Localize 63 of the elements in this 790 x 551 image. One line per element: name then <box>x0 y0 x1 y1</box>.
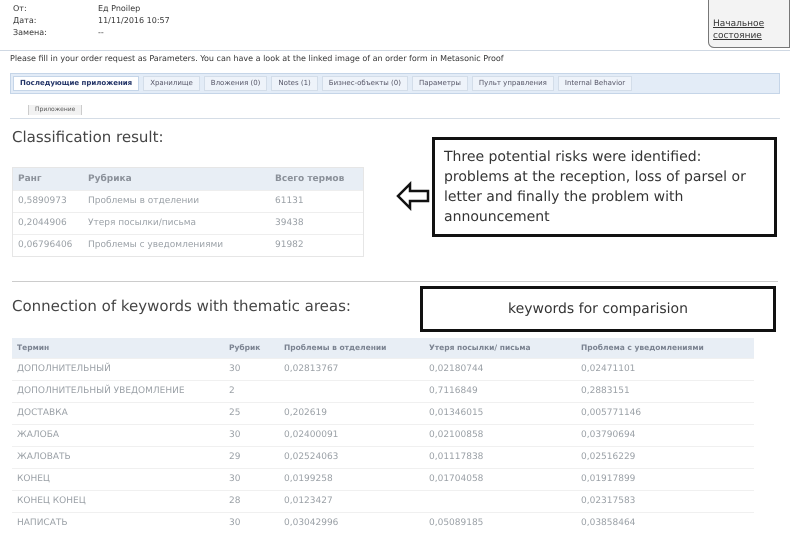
table-cell-text: 0,005771146 <box>580 407 642 420</box>
annotation-box: keywords for comparision <box>420 286 776 332</box>
instruction-text: Please fill in your order request as Parameters. You can have a look at the linked image of an order form in Metasonic Proof <box>9 53 505 65</box>
table-cell-text: 0,7116849 <box>428 385 479 398</box>
table-cell-text: Проблемы с уведомлениями <box>87 239 224 252</box>
table-cell-text: ЖАЛОВАТЬ <box>16 451 72 464</box>
table-cell-text: 2 <box>228 385 236 398</box>
table-cell-text: 0,5890973 <box>17 195 68 208</box>
table-cell-text: ЖАЛОБА <box>16 429 60 442</box>
table-cell-text: 30 <box>228 517 242 530</box>
field-value: -- <box>98 28 104 38</box>
table-cell-text: ДОПОЛНИТЕЛЬНЫЙ УВЕДОМЛЕНИЕ <box>16 384 186 398</box>
table-cell-text: 0,02317583 <box>580 495 636 508</box>
table-cell-text: Утеря посылки/письма <box>87 217 198 230</box>
table-cell-text: 30 <box>228 429 242 442</box>
table-cell-text: 0,03790694 <box>580 429 636 442</box>
table-cell-text: 0,202619 <box>283 407 328 420</box>
table-cell-text: 91982 <box>274 239 305 252</box>
table-cell-text: 29 <box>228 451 242 464</box>
table-cell-text: 0,0123427 <box>283 495 334 508</box>
section-title: Connection of keywords with thematic areas: <box>12 296 352 317</box>
table-cell-text: 0,02100858 <box>428 429 484 442</box>
table-cell-text: КОНЕЦ <box>16 473 51 486</box>
table-cell-text: 0,02516229 <box>580 451 636 464</box>
table-cell-text: 0,03858464 <box>580 517 636 530</box>
left-arrow-icon <box>396 181 430 211</box>
table-cell-text: 0,06796406 <box>17 239 74 252</box>
field-label: От: <box>13 4 28 14</box>
field-label: Замена: <box>13 28 48 38</box>
table-cell-text: 0,2044906 <box>17 217 68 230</box>
table-cell-text: 0,05089185 <box>428 517 484 530</box>
table-cell-text: 0,01704058 <box>428 473 484 486</box>
field-label: Дата: <box>13 16 38 26</box>
field-value: Ед Pnoilep <box>98 4 140 14</box>
table-cell-text: 0,03042996 <box>283 517 340 530</box>
table-cell-text: 0,0199258 <box>283 473 334 486</box>
table-cell-text: НАПИСАТЬ <box>16 517 69 530</box>
table-cell-text: Проблемы в отделении <box>87 195 200 208</box>
table-cell-text: 61131 <box>274 195 305 208</box>
column-header: Рубрика <box>87 172 133 186</box>
table-cell-text: 30 <box>228 363 242 376</box>
table-cell-text: 0,01117838 <box>428 451 484 464</box>
table-cell-text: КОНЕЦ КОНЕЦ <box>16 495 87 508</box>
table-cell-text: 25 <box>228 407 242 420</box>
table-cell-text: 0,02524063 <box>283 451 340 464</box>
table-cell-text: 0,02471101 <box>580 363 636 376</box>
table-cell-text: 39438 <box>274 217 305 230</box>
column-header: Всего термов <box>274 173 346 186</box>
table-cell-text: 0,02180744 <box>428 363 484 376</box>
section-title: Classification result: <box>12 127 165 148</box>
table-cell-text: 0,02400091 <box>283 429 340 442</box>
annotation-box: Three potential risks were identified: problems at the reception, loss of parsel or letter and finally the problem with announcement <box>432 137 777 237</box>
table-cell-text: 0,01917899 <box>580 473 636 486</box>
table-cell-text: 0,01346015 <box>428 407 484 420</box>
table-cell-text: 0,2883151 <box>580 385 631 398</box>
column-header: Ранг <box>17 173 43 186</box>
table-cell-text: ДОПОЛНИТЕЛЬНЫЙ <box>16 362 112 376</box>
table-cell-text: ДОСТАВКА <box>16 407 69 420</box>
table-cell-text: 0,02813767 <box>283 363 340 376</box>
table-cell-text: 30 <box>228 473 242 486</box>
reset-button[interactable]: Начальное состояние <box>708 0 790 48</box>
table-cell-text: 28 <box>228 495 242 508</box>
field-value: 11/11/2016 10:57 <box>98 16 170 26</box>
